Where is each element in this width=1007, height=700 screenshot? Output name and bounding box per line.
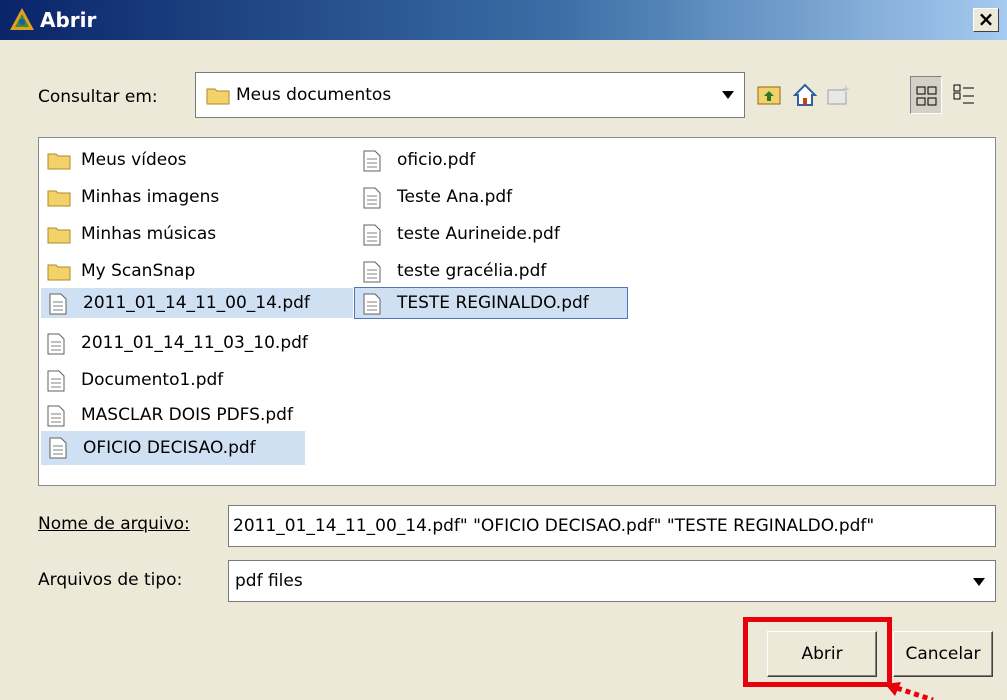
lookin-combobox[interactable]: Meus documentos [195,72,745,118]
list-item-file[interactable]: 2011_01_14_11_00_14.pdf [41,288,353,318]
new-folder-button[interactable] [823,76,855,114]
file-list[interactable]: Meus vídeos Minhas imagens Minhas música… [38,137,996,486]
list-view-button[interactable] [910,76,942,114]
cancel-button[interactable]: Cancelar [893,631,993,677]
document-icon [47,333,65,355]
item-label: MASCLAR DOIS PDFS.pdf [81,405,293,425]
lookin-label: Consultar em: [38,87,158,107]
folder-icon [47,264,71,281]
lookin-value: Meus documentos [236,85,392,105]
title-bar: Abrir × [0,0,1007,40]
chevron-down-icon[interactable] [973,578,985,586]
filetype-label: Arquivos de tipo: [38,570,183,590]
item-label: Minhas músicas [81,224,217,244]
item-label: teste Aurineide.pdf [397,224,560,244]
window-title: Abrir [40,8,97,32]
close-icon: × [977,7,995,31]
document-icon [363,187,381,209]
list-item-folder[interactable]: My ScanSnap [39,256,349,286]
document-icon [363,261,381,283]
item-label: Documento1.pdf [81,370,224,390]
arrow-annotation-icon [885,682,934,700]
list-item-file[interactable]: teste Aurineide.pdf [355,219,635,249]
item-label: Teste Ana.pdf [397,187,513,207]
document-icon [47,405,65,427]
item-label: Meus vídeos [81,150,187,170]
filename-label: Nome de arquivo: [38,514,190,534]
folder-icon [47,227,71,244]
document-icon [47,370,65,392]
details-view-button[interactable] [948,76,980,114]
folder-icon [206,88,230,105]
list-item-file[interactable]: oficio.pdf [355,145,635,175]
chevron-down-icon[interactable] [722,91,734,99]
home-button[interactable] [789,76,821,114]
new-folder-icon [827,85,850,105]
list-item-folder[interactable]: Minhas músicas [39,219,349,249]
list-item-file[interactable]: Documento1.pdf [39,365,349,395]
item-label: teste gracélia.pdf [397,261,547,281]
document-icon [363,293,381,315]
close-button[interactable]: × [973,8,999,32]
list-item-file[interactable]: TESTE REGINALDO.pdf [354,287,628,319]
list-item-file[interactable]: 2011_01_14_11_03_10.pdf [39,328,349,358]
up-folder-button[interactable] [753,76,785,114]
filetype-select[interactable]: pdf files [228,560,996,602]
document-icon [363,150,381,172]
details-view-icon [953,84,974,104]
home-icon [793,83,817,106]
document-icon [49,293,67,315]
highlight-annotation [743,617,892,687]
document-icon [363,224,381,246]
list-item-file[interactable]: OFICIO DECISAO.pdf [41,431,305,465]
folder-icon [47,153,71,170]
item-label: My ScanSnap [81,261,196,281]
list-view-icon [916,86,937,106]
list-item-file[interactable]: teste gracélia.pdf [355,256,635,286]
list-item-file[interactable]: Teste Ana.pdf [355,182,635,212]
item-label: oficio.pdf [397,150,476,170]
list-item-folder[interactable]: Minhas imagens [39,182,349,212]
java-app-icon [10,8,34,30]
document-icon [49,437,67,459]
filename-value: 2011_01_14_11_00_14.pdf" "OFICIO DECISAO… [233,516,875,536]
up-folder-icon [757,86,781,105]
item-label: 2011_01_14_11_03_10.pdf [81,333,308,353]
list-item-file[interactable]: MASCLAR DOIS PDFS.pdf [39,400,349,430]
item-label: OFICIO DECISAO.pdf [83,438,256,458]
list-item-folder[interactable]: Meus vídeos [39,145,349,175]
item-label: Minhas imagens [81,187,220,207]
folder-icon [47,190,71,207]
filetype-value: pdf files [235,571,303,591]
item-label: TESTE REGINALDO.pdf [397,293,589,313]
filename-input[interactable]: 2011_01_14_11_00_14.pdf" "OFICIO DECISAO… [228,505,996,547]
item-label: 2011_01_14_11_00_14.pdf [83,293,310,313]
